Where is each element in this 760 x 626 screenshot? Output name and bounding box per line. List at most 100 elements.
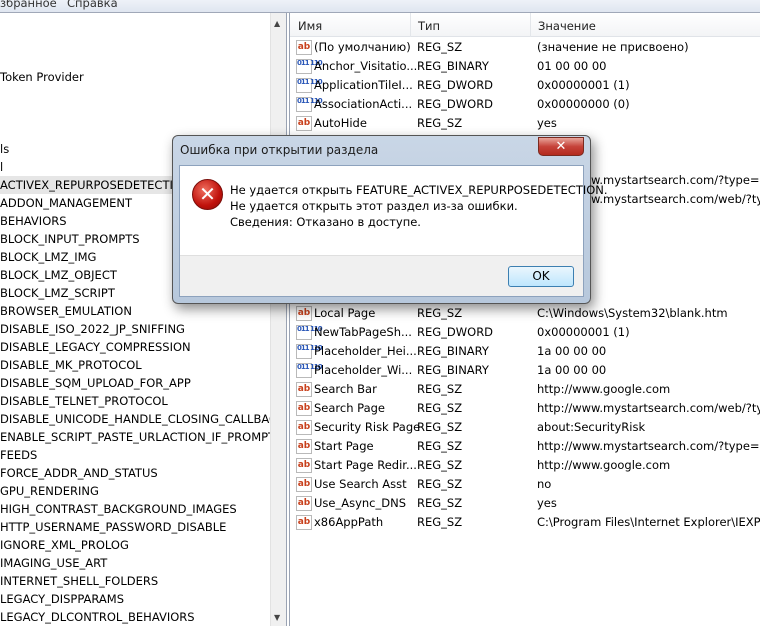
value-type: REG_SZ bbox=[417, 40, 463, 54]
value-row[interactable]: ab AutoHide REG_SZ yes bbox=[290, 114, 760, 133]
tree-item[interactable]: BROWSER_EMULATION bbox=[0, 302, 132, 320]
scroll-up-arrow-icon[interactable]: ▲ bbox=[274, 19, 280, 28]
value-row[interactable]: ab Search Page REG_SZ http://www.mystartsea… bbox=[290, 399, 760, 418]
value-data: http://www.mystartsearch.com/web/?type bbox=[537, 401, 760, 415]
tree-item[interactable]: l bbox=[0, 158, 3, 176]
value-type: REG_BINARY bbox=[417, 344, 489, 358]
value-name: Placeholder_Wi... bbox=[314, 363, 413, 377]
value-row[interactable]: 011 110 NewTabPageSh... REG_DWORD 0x0000000… bbox=[290, 323, 760, 342]
value-row[interactable]: 011 110 Placeholder_Hei... REG_BINARY 1a 00… bbox=[290, 342, 760, 361]
value-row[interactable]: ab Search Bar REG_SZ http://www.google.com bbox=[290, 380, 760, 399]
column-value[interactable]: Значение bbox=[538, 19, 596, 33]
value-row[interactable]: 011 110 ApplicationTileI... REG_DWORD 0x000… bbox=[290, 76, 760, 95]
tree-item[interactable]: GPU_RENDERING bbox=[0, 482, 99, 500]
string-value-icon: ab bbox=[296, 515, 312, 530]
tree-item[interactable]: DISABLE_TELNET_PROTOCOL bbox=[0, 392, 168, 410]
tree-item[interactable]: DISABLE_ISO_2022_JP_SNIFFING bbox=[0, 320, 185, 338]
tree-item[interactable]: BLOCK_LMZ_IMG bbox=[0, 248, 96, 266]
value-name: Placeholder_Hei... bbox=[314, 344, 417, 358]
binary-value-icon: 011 110 bbox=[296, 363, 323, 378]
value-name: Start Page Redir... bbox=[314, 458, 417, 472]
tree-item[interactable]: FORCE_ADDR_AND_STATUS bbox=[0, 464, 158, 482]
string-value-icon: ab bbox=[296, 40, 312, 55]
value-row[interactable]: ab x86AppPath REG_SZ C:\Program Files\Inter… bbox=[290, 513, 760, 532]
value-row[interactable]: ab Start Page REG_SZ http://www.mystartsear… bbox=[290, 437, 760, 456]
tree-item[interactable]: DISABLE_MK_PROTOCOL bbox=[0, 356, 142, 374]
binary-value-icon: 011 110 bbox=[296, 59, 323, 74]
string-value-icon: ab bbox=[296, 496, 312, 511]
tree-item[interactable]: ls bbox=[0, 140, 9, 158]
value-data: C:\Program Files\Internet Explorer\IEXPL… bbox=[537, 515, 760, 529]
tree-item[interactable]: LEGACY_DISPPARAMS bbox=[0, 590, 124, 608]
registry-tree[interactable]: Token Provider ls l ACTIVEX_REPURPOSEDETECT… bbox=[0, 13, 287, 626]
value-type: REG_SZ bbox=[417, 306, 463, 320]
tree-item[interactable]: DISABLE_SQM_UPLOAD_FOR_APP bbox=[0, 374, 191, 392]
tree-item[interactable]: Token Provider bbox=[0, 68, 84, 86]
value-row[interactable]: 011 110 AssociationActi... REG_DWORD 0x0000… bbox=[290, 95, 760, 114]
value-type: REG_DWORD bbox=[417, 97, 494, 111]
tree-item[interactable]: FEEDS bbox=[0, 446, 37, 464]
tree-item[interactable]: IGNORE_XML_PROLOG bbox=[0, 536, 129, 554]
value-data: 0x00000001 (1) bbox=[537, 78, 630, 92]
error-message: Не удается открыть FEATURE_ACTIVEX_REPUR… bbox=[230, 182, 608, 230]
tree-item[interactable]: DISABLE_LEGACY_COMPRESSION bbox=[0, 338, 191, 356]
tree-item[interactable]: IMAGING_USE_ART bbox=[0, 554, 107, 572]
tree-item[interactable]: DISABLE_UNICODE_HANDLE_CLOSING_CALLBACK bbox=[0, 410, 285, 428]
binary-value-icon: 011 110 bbox=[296, 344, 323, 359]
column-name[interactable]: Имя bbox=[298, 19, 322, 33]
tree-item[interactable]: ENABLE_SCRIPT_PASTE_URLACTION_IF_PROMPT bbox=[0, 428, 275, 446]
string-value-icon: ab bbox=[296, 439, 312, 454]
value-type: REG_SZ bbox=[417, 458, 463, 472]
tree-item[interactable]: HIGH_CONTRAST_BACKGROUND_IMAGES bbox=[0, 500, 237, 518]
values-list[interactable]: Имя Тип Значение ab (По умолчанию) REG_SZ(… bbox=[289, 13, 760, 626]
value-row[interactable]: 011 110 Anchor_Visitatio... REG_BINARY 01 0… bbox=[290, 57, 760, 76]
tree-item[interactable]: LEGACY_DLCONTROL_BEHAVIORS bbox=[0, 608, 195, 626]
scroll-down-arrow-icon[interactable]: ▼ bbox=[274, 613, 280, 622]
value-name: Search Bar bbox=[314, 382, 377, 396]
menu-help[interactable]: Справка bbox=[67, 0, 118, 10]
close-button[interactable]: ✕ bbox=[538, 137, 584, 156]
value-type: REG_SZ bbox=[417, 515, 463, 529]
tree-item[interactable]: BLOCK_LMZ_OBJECT bbox=[0, 266, 117, 284]
value-row[interactable]: ab (По умолчанию) REG_SZ (значение не присв… bbox=[290, 38, 760, 57]
value-data: 1a 00 00 00 bbox=[537, 344, 607, 358]
ok-button[interactable]: OK bbox=[508, 266, 574, 287]
tree-item[interactable]: ADDON_MANAGEMENT bbox=[0, 194, 132, 212]
tree-item[interactable]: BLOCK_INPUT_PROMPTS bbox=[0, 230, 140, 248]
tree-item[interactable]: BEHAVIORS bbox=[0, 212, 67, 230]
value-name: AutoHide bbox=[314, 116, 367, 130]
value-name: Local Page bbox=[314, 306, 376, 320]
value-row[interactable]: ab Start Page Redir... REG_SZ http://www.go… bbox=[290, 456, 760, 475]
value-data: 01 00 00 00 bbox=[537, 59, 607, 73]
value-row[interactable]: ab Local Page REG_SZ C:\Windows\System32\bl… bbox=[290, 304, 760, 323]
binary-value-icon: 011 110 bbox=[296, 325, 323, 340]
value-name: Security Risk Page bbox=[314, 420, 421, 434]
menu-favorites[interactable]: збранное bbox=[0, 0, 57, 10]
value-data: http://www.google.com bbox=[537, 458, 671, 472]
value-type: REG_SZ bbox=[417, 382, 463, 396]
error-line-1: Не удается открыть FEATURE_ACTIVEX_REPUR… bbox=[230, 183, 608, 197]
tree-item[interactable]: INTERNET_SHELL_FOLDERS bbox=[0, 572, 158, 590]
value-name: Anchor_Visitatio... bbox=[314, 59, 418, 73]
value-name: Start Page bbox=[314, 439, 374, 453]
dialog-body: ✕ Не удается открыть FEATURE_ACTIVEX_REP… bbox=[179, 165, 608, 297]
value-data: (значение не присвоено) bbox=[537, 40, 689, 54]
value-data: 1a 00 00 00 bbox=[537, 363, 607, 377]
list-header: Имя Тип Значение bbox=[290, 13, 760, 37]
error-line-3: Сведения: Отказано в доступе. bbox=[230, 215, 421, 229]
value-row[interactable]: ab Security Risk Page REG_SZ about:Security… bbox=[290, 418, 760, 437]
value-row[interactable]: 011 110 Placeholder_Wi... REG_BINARY 1a 00 … bbox=[290, 361, 760, 380]
string-value-icon: ab bbox=[296, 306, 312, 321]
string-value-icon: ab bbox=[296, 401, 312, 416]
tree-scrollbar[interactable]: ▲ ▼ bbox=[270, 13, 286, 626]
tree-item[interactable]: BLOCK_LMZ_SCRIPT bbox=[0, 284, 115, 302]
value-name: (По умолчанию) bbox=[314, 40, 411, 54]
value-type: REG_DWORD bbox=[417, 78, 494, 92]
value-type: REG_SZ bbox=[417, 439, 463, 453]
value-row[interactable]: ab Use Search Asst REG_SZ no bbox=[290, 475, 760, 494]
tree-item[interactable]: HTTP_USERNAME_PASSWORD_DISABLE bbox=[0, 518, 226, 536]
column-type[interactable]: Тип bbox=[418, 19, 440, 33]
tree-item[interactable]: ACTIVEX_REPURPOSEDETECTION bbox=[0, 176, 191, 194]
value-row[interactable]: ab Use_Async_DNS REG_SZ yes bbox=[290, 494, 760, 513]
value-name: NewTabPageSh... bbox=[314, 325, 412, 339]
